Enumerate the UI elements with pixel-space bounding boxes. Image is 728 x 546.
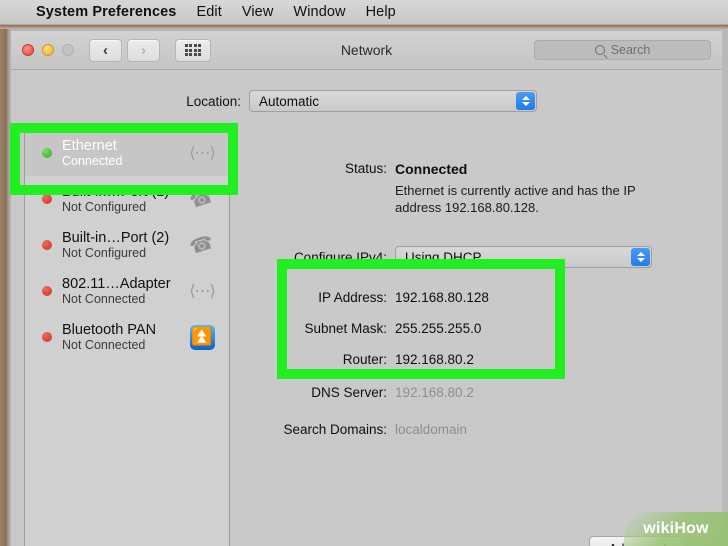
service-status: Connected bbox=[62, 153, 123, 168]
service-status: Not Connected bbox=[62, 337, 146, 352]
sidebar-item-ethernet[interactable]: Ethernet Connected ⟨⋯⟩ bbox=[25, 130, 229, 176]
window-controls bbox=[22, 44, 74, 56]
search-icon bbox=[594, 45, 605, 55]
status-description: Ethernet is currently active and has the… bbox=[395, 183, 636, 215]
status-dot-red bbox=[42, 332, 52, 342]
grid-icon bbox=[184, 44, 202, 56]
subnet-mask-label: Subnet Mask: bbox=[304, 321, 387, 336]
dns-server-label: DNS Server: bbox=[311, 385, 387, 400]
service-text: Bluetooth PAN Not Connected bbox=[62, 322, 183, 353]
status-row: Status: Connected bbox=[243, 161, 714, 177]
network-services-list[interactable]: Ethernet Connected ⟨⋯⟩ Built-in…Port (1)… bbox=[24, 129, 230, 546]
router-row: Router: 192.168.80.2 bbox=[243, 352, 714, 367]
window-body: Location: Automatic Ethernet Connected ⟨… bbox=[11, 70, 722, 546]
service-name: 802.11…Adapter bbox=[62, 275, 171, 292]
zoom-button[interactable] bbox=[62, 44, 74, 56]
service-status: Not Configured bbox=[62, 199, 147, 214]
forward-button[interactable]: › bbox=[127, 38, 160, 62]
status-label: Status: bbox=[344, 161, 387, 176]
service-status: Not Connected bbox=[62, 291, 146, 306]
wikihow-watermark: wiki How bbox=[624, 512, 728, 546]
service-text: Built-in…Port (1) Not Configured bbox=[62, 184, 183, 215]
watermark-wiki: wiki bbox=[643, 520, 675, 537]
location-dropdown[interactable]: Automatic bbox=[249, 90, 537, 112]
ethernet-icon: ⟨⋯⟩ bbox=[189, 145, 216, 162]
chevron-right-icon: › bbox=[141, 41, 146, 59]
router-label: Router: bbox=[342, 352, 387, 367]
window-title-bar: ‹ › Network Search bbox=[11, 31, 722, 70]
configure-ipv4-dropdown[interactable]: Using DHCP bbox=[395, 246, 652, 268]
subnet-mask-value: 255.255.255.0 bbox=[395, 321, 482, 336]
search-input[interactable]: Search bbox=[534, 40, 711, 60]
service-text: Built-in…Port (2) Not Configured bbox=[62, 230, 183, 261]
dns-server-value[interactable]: 192.168.80.2 bbox=[395, 385, 474, 400]
configure-ipv4-value: Using DHCP bbox=[405, 249, 482, 265]
configure-ipv4-row: Configure IPv4: Using DHCP bbox=[243, 246, 714, 268]
show-all-button[interactable] bbox=[175, 38, 211, 62]
network-preferences-window: ‹ › Network Search Location: Automatic E… bbox=[10, 30, 722, 546]
chevron-left-icon: ‹ bbox=[103, 41, 108, 59]
sidebar-item-builtin-port-1[interactable]: Built-in…Port (1) Not Configured ☎ bbox=[25, 176, 229, 222]
ip-address-label: IP Address: bbox=[318, 290, 387, 305]
service-detail-pane: Status: Connected Ethernet is currently … bbox=[243, 129, 714, 546]
ip-address-value: 192.168.80.128 bbox=[395, 290, 489, 305]
menu-item-help[interactable]: Help bbox=[366, 4, 396, 20]
watermark-how: How bbox=[674, 520, 709, 537]
search-domains-value[interactable]: localdomain bbox=[395, 422, 467, 437]
service-text: Ethernet Connected bbox=[62, 138, 183, 169]
status-dot-green bbox=[42, 148, 52, 158]
status-value: Connected bbox=[395, 161, 468, 177]
menu-item-window[interactable]: Window bbox=[293, 4, 345, 20]
location-label: Location: bbox=[186, 93, 241, 109]
service-name: Ethernet bbox=[62, 137, 117, 154]
ip-address-row: IP Address: 192.168.80.128 bbox=[243, 290, 714, 305]
back-button[interactable]: ‹ bbox=[89, 38, 122, 62]
service-text: 802.11…Adapter Not Connected bbox=[62, 276, 183, 307]
status-dot-red bbox=[42, 286, 52, 296]
bluetooth-icon: ⏫ bbox=[183, 324, 221, 350]
sidebar-item-80211-adapter[interactable]: 802.11…Adapter Not Connected ⟨⋯⟩ bbox=[25, 268, 229, 314]
status-dot-red bbox=[42, 194, 52, 204]
dns-server-row: DNS Server: 192.168.80.2 bbox=[243, 385, 714, 400]
menu-item-view[interactable]: View bbox=[242, 4, 274, 20]
service-name: Bluetooth PAN bbox=[62, 321, 157, 338]
search-placeholder: Search bbox=[610, 43, 651, 57]
configure-ipv4-label: Configure IPv4: bbox=[293, 249, 387, 265]
ethernet-icon: ⟨⋯⟩ bbox=[189, 283, 216, 300]
service-name: Built-in…Port (2) bbox=[62, 229, 170, 246]
subnet-mask-row: Subnet Mask: 255.255.255.0 bbox=[243, 321, 714, 336]
sidebar-item-bluetooth-pan[interactable]: Bluetooth PAN Not Connected ⏫ bbox=[25, 314, 229, 360]
modem-icon: ☎ bbox=[187, 185, 217, 213]
menu-item-edit[interactable]: Edit bbox=[196, 4, 221, 20]
search-domains-row: Search Domains: localdomain bbox=[243, 422, 714, 437]
service-status: Not Configured bbox=[62, 245, 147, 260]
service-name: Built-in…Port (1) bbox=[62, 183, 170, 200]
sidebar-item-builtin-port-2[interactable]: Built-in…Port (2) Not Configured ☎ bbox=[25, 222, 229, 268]
menu-item-system-preferences[interactable]: System Preferences bbox=[36, 4, 176, 20]
desktop-stripe bbox=[0, 25, 728, 29]
menu-bar: System Preferences Edit View Window Help bbox=[0, 0, 728, 25]
screen: System Preferences Edit View Window Help… bbox=[0, 0, 728, 546]
search-domains-label: Search Domains: bbox=[283, 422, 387, 437]
chevron-updown-icon bbox=[631, 248, 650, 266]
router-value: 192.168.80.2 bbox=[395, 352, 474, 367]
toolbar-nav-group: ‹ › bbox=[89, 38, 211, 62]
close-button[interactable] bbox=[22, 44, 34, 56]
location-value: Automatic bbox=[259, 93, 320, 109]
status-description-row: Ethernet is currently active and has the… bbox=[243, 182, 714, 216]
chevron-updown-icon bbox=[516, 92, 535, 110]
modem-icon: ☎ bbox=[187, 231, 217, 259]
status-dot-red bbox=[42, 240, 52, 250]
minimize-button[interactable] bbox=[42, 44, 54, 56]
location-row: Location: Automatic bbox=[11, 90, 722, 112]
